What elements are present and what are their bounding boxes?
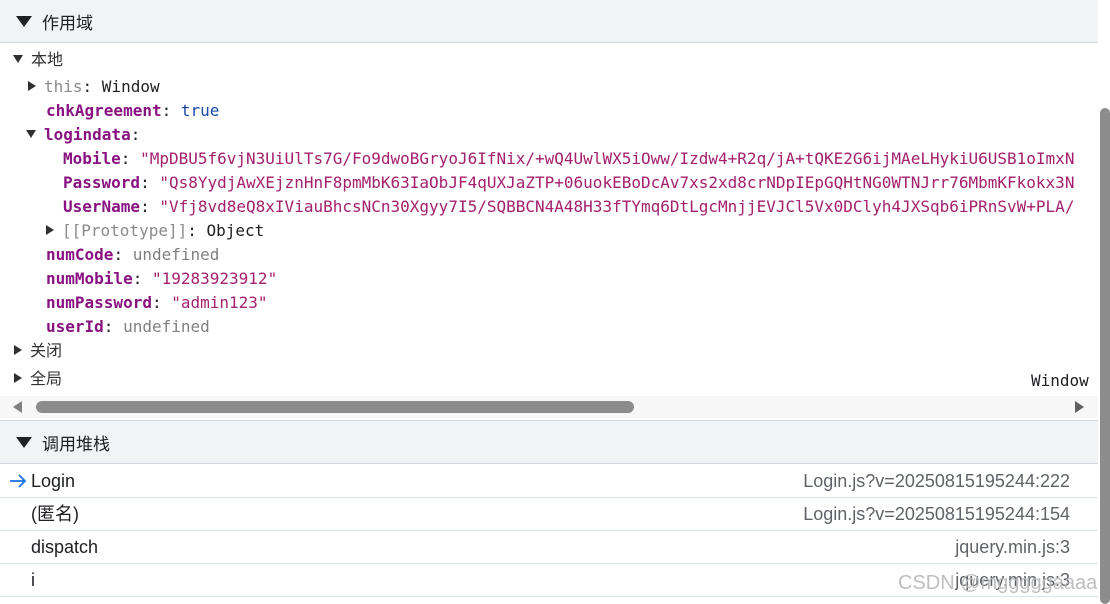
var-key: numMobile [46,269,133,288]
var-key: logindata [44,125,131,144]
scroll-right-icon[interactable] [1075,401,1084,413]
global-label: 全局 [30,371,63,388]
var-numcode[interactable]: numCode: undefined [46,243,219,267]
var-key: numCode [46,245,114,264]
var-value: undefined [123,317,210,336]
var-value: "19283923912" [151,269,278,288]
frame-function: i [31,570,35,590]
scroll-thumb[interactable] [36,401,634,413]
scope-local-row[interactable]: 本地 [13,49,63,73]
watermark: CSDN @mgggggaaaa [898,572,1098,594]
callstack-title: 调用堆栈 [42,434,110,454]
scope-title: 作用域 [42,13,93,33]
var-value: Window [101,77,160,96]
collapsed-triangle-icon [28,80,36,91]
var-chkagreement[interactable]: chkAgreement: true [46,99,219,123]
var-key: this [44,77,83,96]
global-value: Window [1031,371,1089,390]
var-value: true [180,101,220,120]
prop-value: Object [206,221,265,240]
frame-function: (匿名) [31,504,79,524]
stack-frame[interactable]: (匿名) Login.js?v=20250815195244:154 [0,498,1098,531]
local-label: 本地 [31,52,64,69]
prop-value: "Vfj8vd8eQ8xIViauBhcsNCn30Xgyy7I5/SQBBCN… [159,197,1075,216]
collapsed-triangle-icon [14,372,22,383]
callstack-section-header[interactable]: 调用堆栈 [0,420,1098,464]
prop-value: "MpDBU5f6vjN3UiUlTs7G/Fo9dwoBGryoJ6IfNix… [140,149,1075,168]
stack-frame[interactable]: Login Login.js?v=20250815195244:222 [0,465,1098,498]
stack-frame[interactable]: dispatch jquery.min.js:3 [0,531,1098,564]
horizontal-scrollbar[interactable] [0,396,1098,418]
prop-key: Password [63,173,141,192]
current-frame-arrow-icon [10,474,27,488]
frame-location[interactable]: jquery.min.js:3 [955,531,1070,563]
collapse-triangle-icon [16,15,32,27]
var-userid[interactable]: userId: undefined [46,315,210,339]
scroll-left-icon[interactable] [13,401,22,413]
expand-triangle-icon [26,129,36,138]
prop-key: UserName [63,197,141,216]
prop-password[interactable]: Password: "Qs8YydjAwXEjznHnF8pmMbK63IaOb… [63,171,1074,195]
var-key: chkAgreement [46,101,162,120]
prop-prototype[interactable]: [[Prototype]]: Object [46,219,264,243]
collapse-triangle-icon [16,436,32,448]
scope-global-row[interactable]: 全局 [14,368,62,392]
var-nummobile[interactable]: numMobile: "19283923912" [46,267,277,291]
var-key: numPassword [46,293,152,312]
prop-key: [[Prototype]] [62,221,188,240]
var-key: userId [46,317,104,336]
prop-username[interactable]: UserName: "Vfj8vd8eQ8xIViauBhcsNCn30Xgyy… [63,195,1074,219]
var-logindata[interactable]: logindata: [26,123,140,147]
scope-section-header[interactable]: 作用域 [0,0,1098,43]
prop-key: Mobile [63,149,121,168]
frame-location[interactable]: Login.js?v=20250815195244:154 [803,498,1070,530]
var-numpassword[interactable]: numPassword: "admin123" [46,291,268,315]
expand-triangle-icon [13,54,23,63]
frame-function: Login [31,471,76,491]
scope-closure-row[interactable]: 关闭 [14,340,62,364]
var-value: undefined [132,245,220,264]
closure-label: 关闭 [30,343,63,360]
scope-tree: 本地 this: Window chkAgreement: true login… [0,44,1098,416]
vertical-scrollbar-thumb[interactable] [1100,108,1110,604]
var-this[interactable]: this: Window [28,75,160,99]
collapsed-triangle-icon [46,224,54,235]
collapsed-triangle-icon [14,344,22,355]
frame-function: dispatch [31,537,99,557]
prop-value: "Qs8YydjAwXEjznHnF8pmMbK63IaObJF4qUXJaZT… [159,173,1075,192]
frame-location[interactable]: Login.js?v=20250815195244:222 [803,465,1070,497]
var-value: "admin123" [171,293,268,312]
prop-mobile[interactable]: Mobile: "MpDBU5f6vjN3UiUlTs7G/Fo9dwoBGry… [63,147,1074,171]
